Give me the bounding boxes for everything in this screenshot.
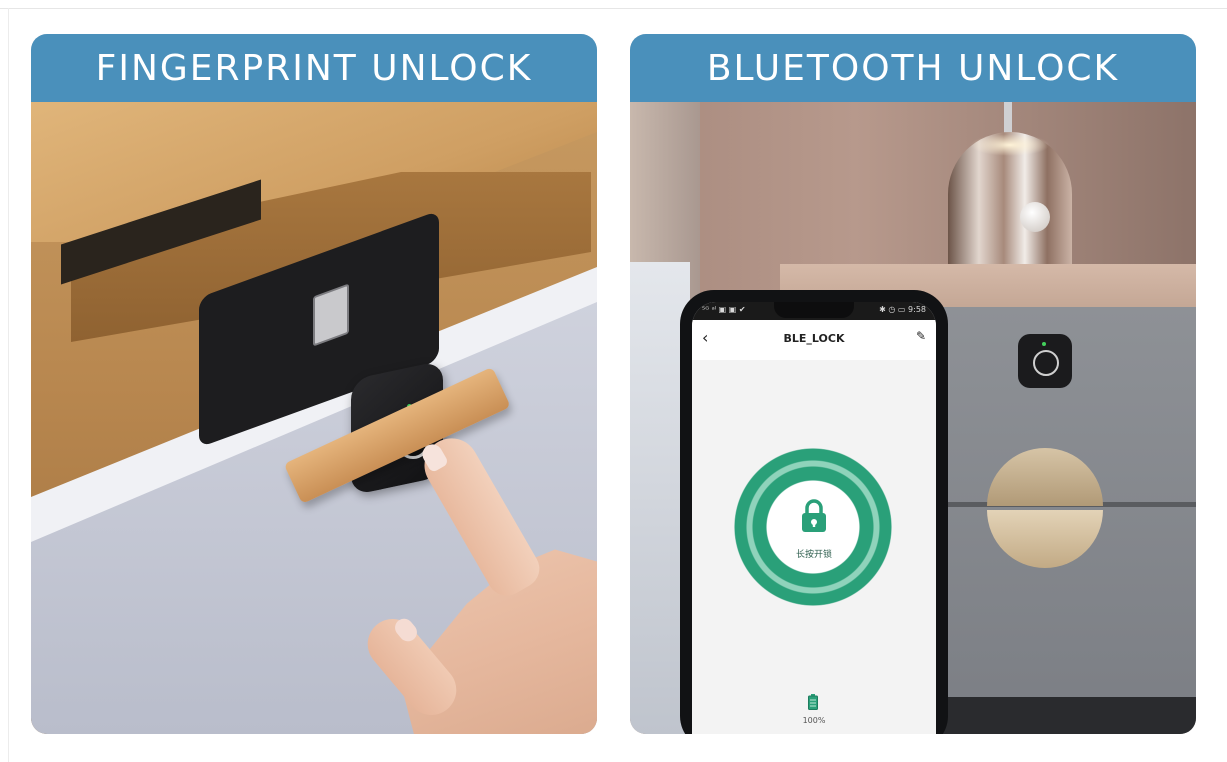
page-left-divider <box>8 8 9 762</box>
bluetooth-unlock-card: BLUETOOTH UNLOCK ⁵ᴳ ᵃˡ ▣ ▣ ✔ ✱ ◷ ▭ 9:58 … <box>630 34 1196 734</box>
phone-screen: ⁵ᴳ ᵃˡ ▣ ▣ ✔ ✱ ◷ ▭ 9:58 ‹ BLE_LOCK ✎ 长按开锁 <box>692 302 936 734</box>
status-time: ✱ ◷ ▭ 9:58 <box>879 305 926 314</box>
bluetooth-scene-photo: ⁵ᴳ ᵃˡ ▣ ▣ ✔ ✱ ◷ ▭ 9:58 ‹ BLE_LOCK ✎ 长按开锁 <box>630 102 1196 734</box>
battery-level: 100% <box>802 716 826 725</box>
phone-notch <box>774 302 854 318</box>
battery-icon <box>808 694 818 710</box>
lamp-light <box>970 134 1050 156</box>
nightstand-shadow <box>940 697 1196 734</box>
phone-status-bar: ⁵ᴳ ᵃˡ ▣ ▣ ✔ ✱ ◷ ▭ 9:58 <box>692 302 936 320</box>
edit-pencil-icon[interactable]: ✎ <box>916 329 926 343</box>
app-title: BLE_LOCK <box>783 332 845 345</box>
fingerprint-unlock-banner: FINGERPRINT UNLOCK <box>31 34 597 102</box>
fingerprint-scene-photo <box>31 102 597 734</box>
page-top-divider <box>0 8 1227 9</box>
lock-icon <box>802 499 826 532</box>
status-signal-icons: ⁵ᴳ ᵃˡ ▣ ▣ ✔ <box>702 305 746 314</box>
lamp-knob <box>1020 202 1050 232</box>
long-press-unlock-label: 长按开锁 <box>795 550 832 560</box>
nightstand-led-icon <box>1042 342 1046 346</box>
nightstand-sensor-ring <box>1033 350 1059 376</box>
bluetooth-unlock-banner: BLUETOOTH UNLOCK <box>630 34 1196 102</box>
fingerprint-unlock-card: FINGERPRINT UNLOCK <box>31 34 597 734</box>
